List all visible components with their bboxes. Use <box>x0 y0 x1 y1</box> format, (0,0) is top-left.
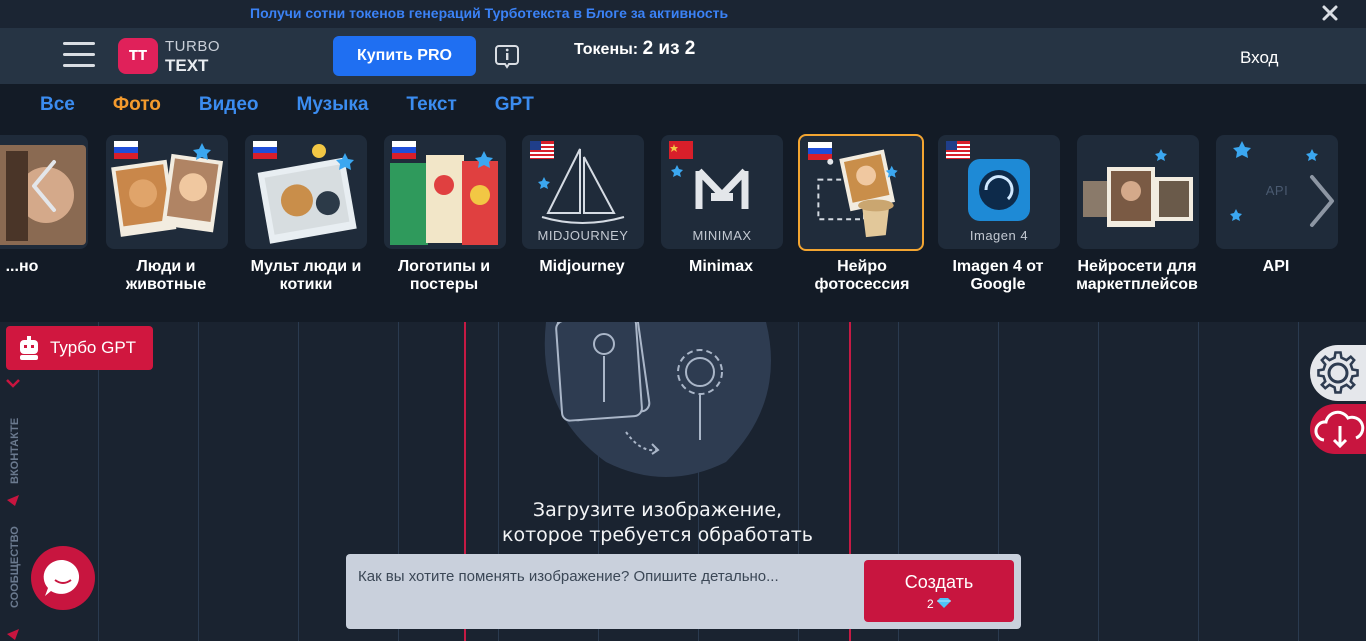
create-label: Создать <box>904 572 974 592</box>
close-icon[interactable] <box>1320 3 1340 23</box>
card-label: API <box>1262 258 1290 275</box>
upload-illustration-icon <box>544 322 771 477</box>
create-cost-value: 2 <box>926 597 934 611</box>
tokens-counter: Токены: 2 из 2 <box>574 38 695 60</box>
promo-link[interactable]: Получи сотни токенов генераций Турботекс… <box>250 5 728 21</box>
create-cost: 2 <box>864 597 1014 611</box>
tokens-value: 2 из 2 <box>642 38 696 59</box>
card-label: Логотипы и постеры <box>397 258 491 293</box>
chat-button[interactable] <box>31 546 95 610</box>
logo-turbo[interactable]: TURBO <box>165 38 220 55</box>
tab-video[interactable]: Видео <box>199 94 259 116</box>
card-label: Мульт люди и котики <box>250 258 362 293</box>
chevron-left-icon[interactable] <box>26 154 62 218</box>
prompt-input[interactable]: Как вы хотите поменять изображение? Опиш… <box>358 568 858 585</box>
card-logos-posters[interactable] <box>384 135 506 249</box>
card-label: Нейро фотосессия <box>814 258 910 293</box>
people-animals-thumbnail <box>111 143 224 237</box>
gear-icon <box>1317 351 1359 394</box>
tab-all[interactable]: Все <box>40 94 75 116</box>
cartoon-thumbnail <box>257 144 357 244</box>
social-vk-label[interactable]: ВКОНТАКТЕ <box>9 418 21 484</box>
tab-gpt[interactable]: GPT <box>495 94 534 116</box>
telegram-icon[interactable] <box>7 495 19 506</box>
posters-thumbnail <box>390 151 498 245</box>
category-section: Все Фото Видео Музыка Текст GPT ...но Лю… <box>0 84 1366 322</box>
card-people-animals[interactable] <box>106 135 228 249</box>
logo-text[interactable]: TEXT <box>165 56 208 76</box>
upload-line-1: Загрузите изображение, <box>532 499 783 521</box>
social-tg-label[interactable]: СООБЩЕСТВО <box>9 526 21 608</box>
upload-line-2: которое требуется обработать <box>501 524 814 546</box>
diamond-icon <box>937 598 952 608</box>
card-marketplaces[interactable] <box>1077 135 1199 249</box>
promo-bar: Получи сотни токенов генераций Турботекс… <box>0 0 1366 28</box>
tab-text[interactable]: Текст <box>406 94 456 116</box>
info-icon[interactable] <box>494 43 520 69</box>
tab-music[interactable]: Музыка <box>297 94 369 116</box>
chat-icon <box>43 559 80 596</box>
social-links: ВКОНТАКТЕ СООБЩЕСТВО <box>6 379 21 640</box>
tab-photo[interactable]: Фото <box>113 94 161 116</box>
marketplaces-thumbnail <box>1083 149 1193 227</box>
header: TT TURBO TEXT Купить PRO Токены: 2 из 2 … <box>0 28 1366 84</box>
logo-mark[interactable]: TT <box>118 38 158 74</box>
card-label: Нейросети для маркетплейсов <box>1076 258 1198 293</box>
card-caption: MINIMAX <box>692 228 752 243</box>
card-neuro-photoshoot[interactable] <box>798 134 924 251</box>
chevron-right-icon[interactable] <box>1304 169 1340 233</box>
turbo-gpt-label: Турбо GPT <box>50 338 137 357</box>
card-label: Imagen 4 от Google <box>952 258 1044 293</box>
cloud-download-icon <box>1314 410 1365 449</box>
category-tabs: Все Фото Видео Музыка Текст GPT <box>40 94 572 116</box>
card-caption: Imagen 4 <box>969 228 1029 243</box>
settings-button[interactable] <box>1310 345 1366 401</box>
card-midjourney[interactable]: MIDJOURNEY <box>522 135 644 249</box>
card-label: Люди и животные <box>125 258 207 293</box>
turbo-gpt-button[interactable]: Турбо GPT <box>6 326 153 370</box>
photoshoot-thumbnail <box>817 149 898 238</box>
card-imagen4[interactable]: Imagen 4 <box>938 135 1060 249</box>
card-label: Minimax <box>688 258 753 275</box>
robot-icon <box>20 336 38 360</box>
tokens-label: Токены: <box>574 41 639 58</box>
create-button[interactable]: Создать 2 <box>864 560 1014 622</box>
vk-icon[interactable] <box>6 379 20 388</box>
card-label: ...но <box>5 258 39 275</box>
card-caption: MIDJOURNEY <box>537 228 629 243</box>
upload-instructions: Загрузите изображение, которое требуется… <box>466 498 849 548</box>
menu-icon[interactable] <box>63 42 95 68</box>
download-button[interactable] <box>1310 404 1366 454</box>
card-cartoon-people-cats[interactable] <box>245 135 367 249</box>
card-label: Midjourney <box>539 258 625 275</box>
buy-pro-button[interactable]: Купить PRO <box>333 36 476 76</box>
prompt-panel: Как вы хотите поменять изображение? Опиш… <box>346 554 1021 629</box>
login-link[interactable]: Вход <box>1240 48 1278 68</box>
card-minimax[interactable]: MINIMAX <box>661 135 783 249</box>
